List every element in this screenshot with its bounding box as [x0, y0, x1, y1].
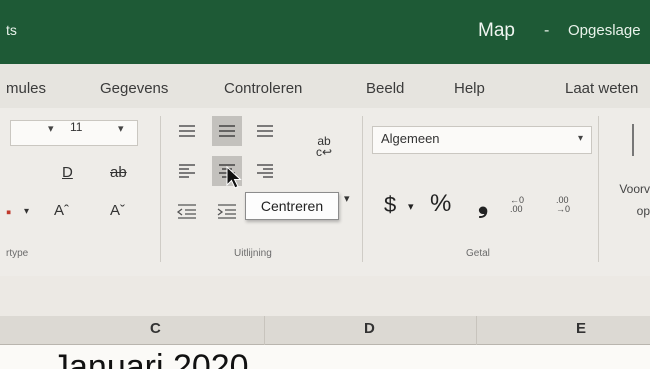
tab-gegevens[interactable]: Gegevens — [100, 80, 168, 97]
bottom-align-button[interactable] — [250, 116, 280, 146]
tab-formules[interactable]: mules — [6, 80, 46, 97]
font-color-icon[interactable]: ▪ — [6, 204, 11, 221]
column-header-e[interactable]: E — [576, 320, 586, 337]
decrease-decimal-button[interactable]: .00 →0 — [556, 196, 570, 214]
align-left-icon — [179, 164, 195, 178]
right-align-button[interactable] — [250, 156, 280, 186]
font-size-value: 11 — [70, 120, 83, 134]
tab-laat-weten[interactable]: Laat weten — [565, 80, 638, 97]
column-header-c[interactable]: C — [150, 320, 161, 337]
middle-align-button[interactable] — [212, 116, 242, 146]
mouse-cursor-icon — [226, 166, 242, 189]
group-divider — [362, 116, 363, 262]
decrease-indent-button[interactable] — [172, 196, 202, 226]
tab-controleren[interactable]: Controleren — [224, 80, 302, 97]
font-color-dropdown-icon[interactable]: ▾ — [24, 206, 29, 217]
chevron-down-icon: ▾ — [577, 133, 583, 144]
alignment-group-label: Uitlijning — [234, 248, 272, 259]
formula-bar-area — [0, 276, 650, 316]
tab-help[interactable]: Help — [454, 80, 485, 97]
increase-indent-button[interactable] — [212, 196, 242, 226]
strikethrough-button[interactable]: ab — [110, 164, 127, 181]
column-headers: C D E — [0, 316, 650, 345]
left-align-button[interactable] — [172, 156, 202, 186]
save-status: Opgeslage — [568, 22, 641, 39]
tab-beeld[interactable]: Beeld — [366, 80, 404, 97]
cell-value[interactable]: Januari 2020 — [52, 348, 249, 369]
conditional-format-label[interactable]: Voorv op — [600, 178, 650, 222]
align-right-icon — [257, 164, 273, 178]
font-size-dropdown-icon[interactable]: ▾ — [118, 122, 124, 135]
cond-label-line2: op — [636, 204, 650, 218]
bottom-align-icon — [257, 125, 273, 137]
top-align-icon — [179, 125, 195, 137]
document-title: Map — [478, 20, 515, 41]
number-format-select[interactable]: Algemeen ▾ — [372, 126, 592, 154]
title-separator: - — [544, 22, 550, 39]
currency-dropdown-icon[interactable]: ▾ — [408, 200, 414, 213]
excel-window: ts Map - Opgeslage mules Gegevens Contro… — [0, 0, 650, 369]
conditional-format-icon[interactable] — [632, 124, 650, 156]
group-divider — [160, 116, 161, 262]
top-align-button[interactable] — [172, 116, 202, 146]
shrink-font-button[interactable]: Aˇ — [110, 202, 125, 219]
title-left-fragment: ts — [6, 22, 17, 38]
ribbon-tabs: mules Gegevens Controleren Beeld Help La… — [0, 64, 650, 108]
wrap-text-icon[interactable]: ab c↩ — [316, 135, 332, 158]
increase-decimal-button[interactable]: ←0.00 — [510, 196, 524, 214]
tooltip: Centreren — [245, 192, 339, 220]
title-bar: ts Map - Opgeslage — [0, 0, 650, 64]
number-group-label: Getal — [466, 248, 490, 259]
number-format-value: Algemeen — [381, 131, 440, 146]
cond-label-line1: Voorv — [619, 182, 650, 196]
font-group-label: rtype — [6, 248, 29, 259]
comma-style-button[interactable]: ❟ — [478, 188, 488, 220]
merge-center-dropdown-icon[interactable]: ▾ — [344, 192, 350, 205]
grow-font-button[interactable]: Aˆ — [54, 202, 69, 219]
decrease-indent-icon — [176, 204, 196, 219]
percent-style-button[interactable]: % — [430, 190, 451, 218]
double-underline-button[interactable]: D — [62, 164, 73, 181]
currency-format-button[interactable]: $ — [384, 192, 396, 218]
font-name-dropdown-icon[interactable]: ▾ — [48, 122, 54, 135]
group-divider — [598, 116, 599, 262]
column-header-d[interactable]: D — [364, 320, 375, 337]
increase-indent-icon — [217, 204, 236, 219]
middle-align-icon — [219, 125, 235, 137]
